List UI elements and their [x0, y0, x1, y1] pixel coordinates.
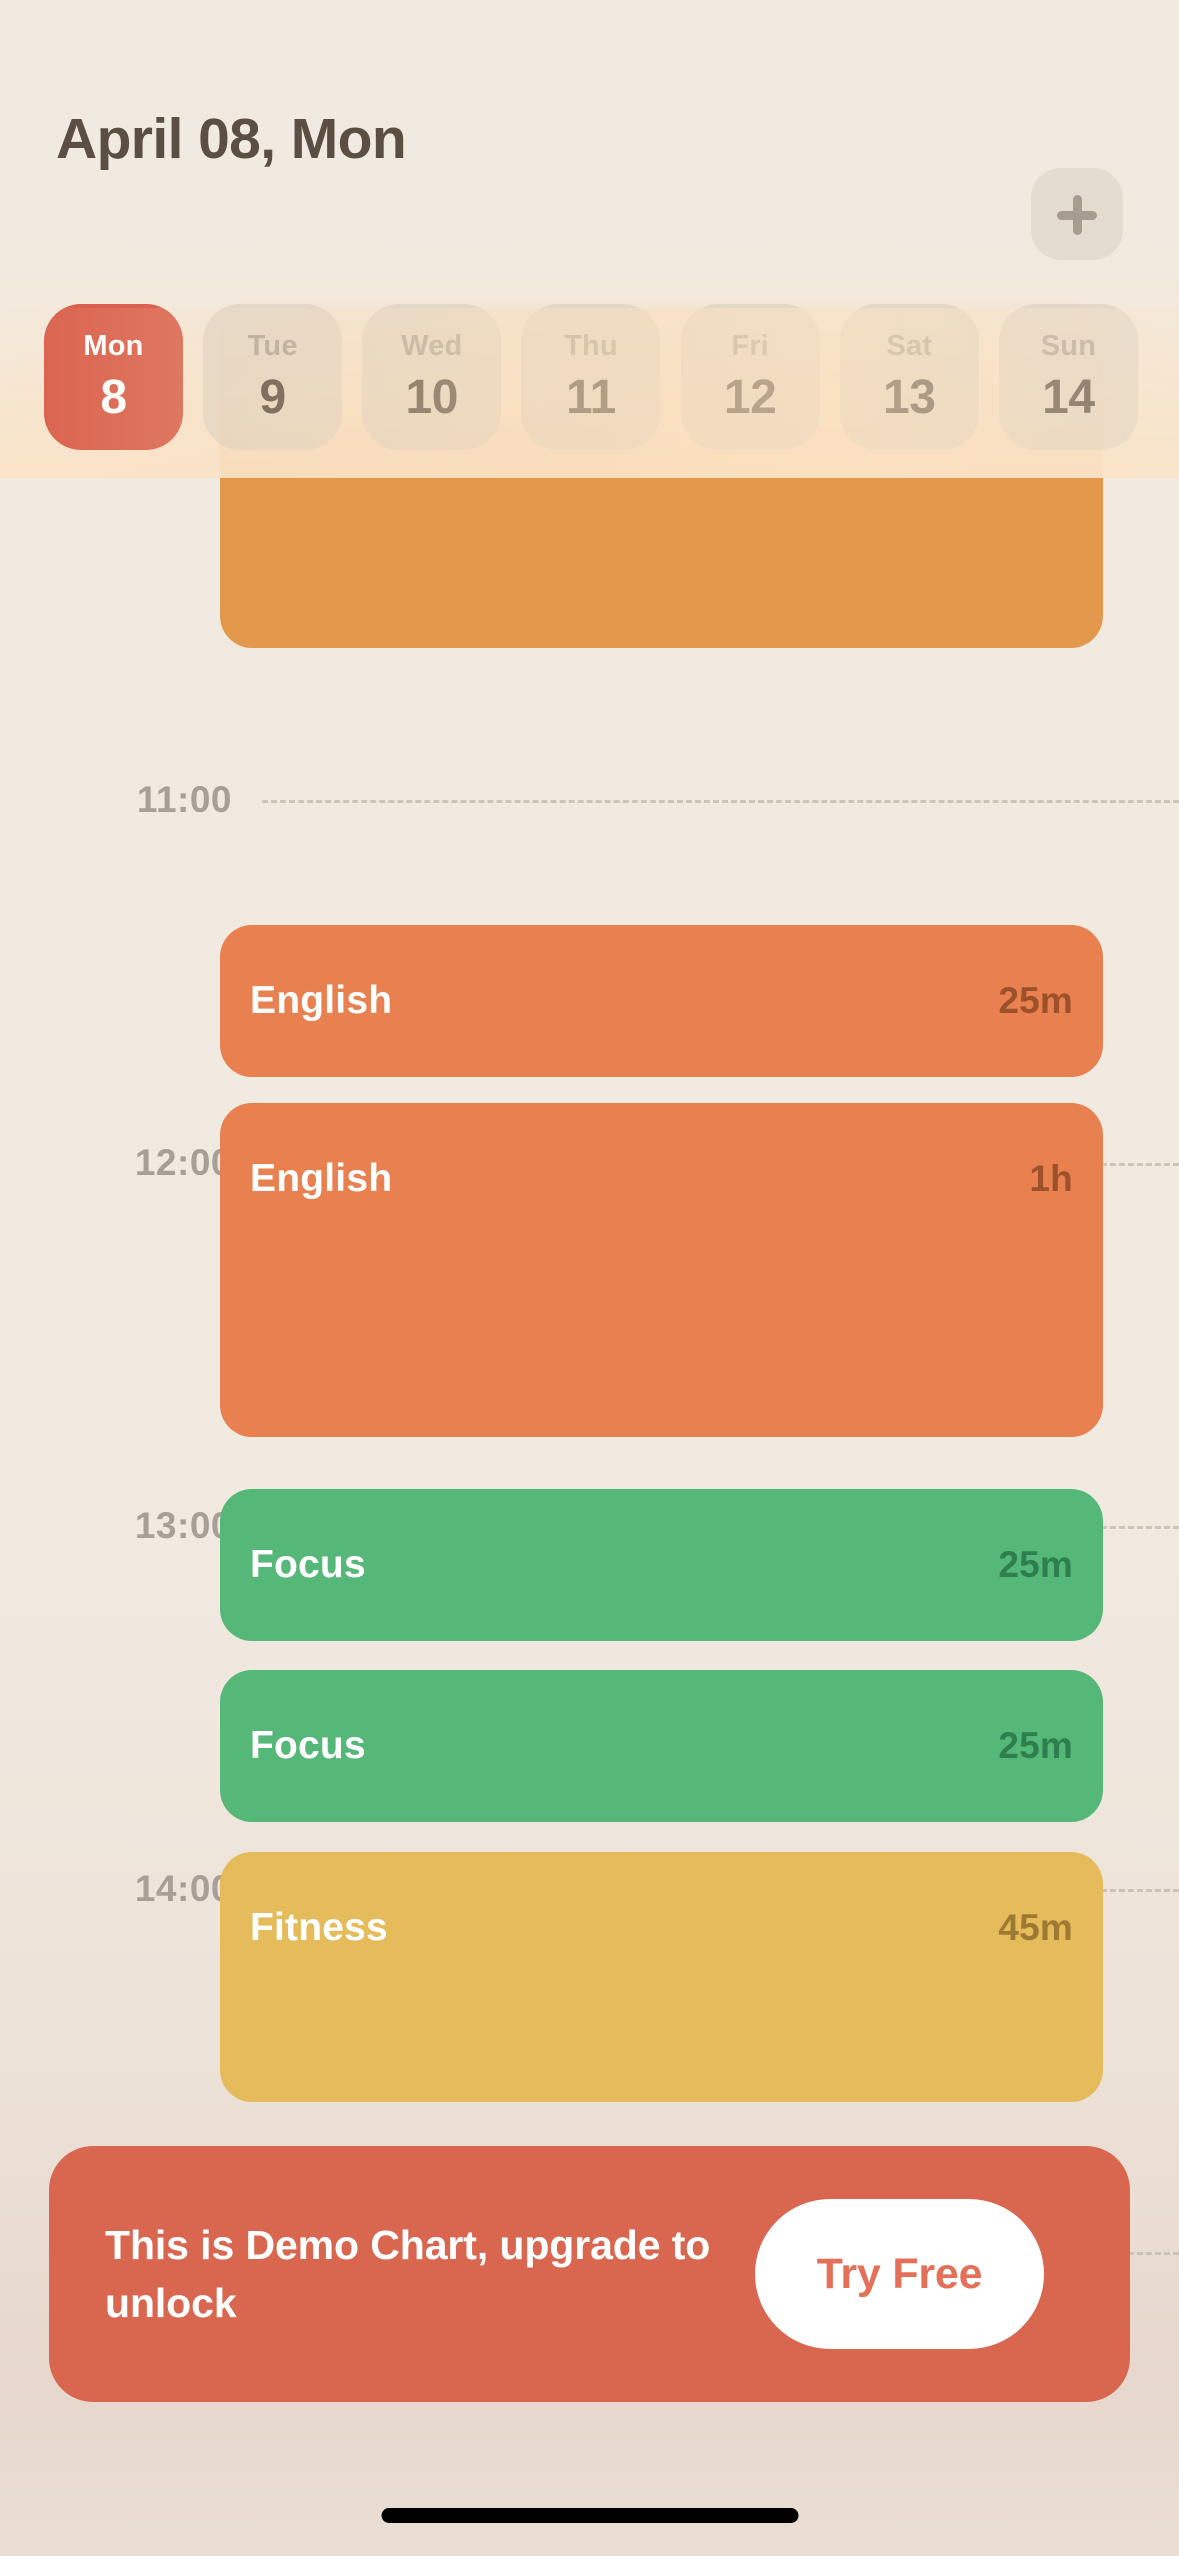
- day-pill-date: 14: [1042, 371, 1095, 424]
- event-block-english-2[interactable]: English 1h: [220, 1103, 1103, 1437]
- day-selector-strip[interactable]: Mon 8 Tue 9 Wed 10 Thu 11 Fri 12 Sat 13 …: [44, 304, 1138, 450]
- event-block-focus-1[interactable]: Focus 25m: [220, 1489, 1103, 1641]
- day-pill-sun[interactable]: Sun 14: [998, 304, 1138, 450]
- day-pill-weekday: Tue: [247, 330, 298, 362]
- demo-upgrade-banner[interactable]: This is Demo Chart, upgrade to unlock Tr…: [49, 2146, 1130, 2402]
- event-duration: 1h: [1029, 1158, 1073, 1199]
- day-pill-weekday: Mon: [83, 330, 144, 362]
- day-pill-mon[interactable]: Mon 8: [44, 304, 183, 450]
- event-title: English: [250, 979, 393, 1022]
- day-pill-weekday: Sat: [886, 330, 933, 362]
- day-pill-date: 10: [405, 371, 459, 424]
- hour-label-13: 13:00: [134, 1505, 232, 1546]
- day-pill-fri[interactable]: Fri 12: [680, 304, 820, 450]
- event-duration: 25m: [998, 1544, 1073, 1585]
- promo-message: This is Demo Chart, upgrade to unlock: [105, 2221, 711, 2326]
- event-title: Fitness: [250, 1906, 388, 1949]
- day-pill-weekday: Wed: [401, 330, 463, 362]
- event-title: Focus: [250, 1543, 366, 1586]
- event-block-focus-2[interactable]: Focus 25m: [220, 1670, 1103, 1822]
- event-title: English: [250, 1157, 393, 1200]
- event-duration: 45m: [998, 1907, 1073, 1948]
- hour-label-14: 14:00: [134, 1868, 232, 1909]
- event-block-english-1[interactable]: English 25m: [220, 925, 1103, 1077]
- day-pill-sat[interactable]: Sat 13: [839, 304, 979, 450]
- page-title: April 08, Mon: [56, 107, 407, 171]
- day-pill-date: 13: [882, 371, 936, 424]
- event-title: Focus: [250, 1724, 366, 1767]
- hour-label-12: 12:00: [134, 1142, 232, 1183]
- day-pill-weekday: Fri: [731, 330, 769, 362]
- add-event-button[interactable]: [1031, 168, 1123, 260]
- day-pill-date: 8: [100, 371, 127, 424]
- day-pill-date: 12: [723, 371, 777, 424]
- event-block-fitness[interactable]: Fitness 45m: [220, 1852, 1103, 2102]
- day-pill-date: 11: [565, 371, 616, 424]
- gridline-11: [262, 800, 1179, 803]
- day-pill-weekday: Sun: [1040, 330, 1097, 362]
- app-screen: 11:00 12:00 13:00 14:00 English 25m Engl…: [0, 0, 1179, 2556]
- event-duration: 25m: [998, 1725, 1073, 1766]
- day-pill-date: 9: [259, 371, 287, 424]
- day-pill-tue[interactable]: Tue 9: [203, 304, 343, 450]
- home-indicator: [381, 2508, 798, 2523]
- header-bar: April 08, Mon Mon 8 Tue 9 Wed 10 Thu 11 …: [0, 0, 1179, 478]
- day-pill-weekday: Thu: [564, 330, 618, 362]
- day-pill-thu[interactable]: Thu 11: [521, 304, 661, 450]
- event-duration: 25m: [998, 980, 1073, 1021]
- try-free-button[interactable]: Try Free: [755, 2199, 1044, 2349]
- day-pill-wed[interactable]: Wed 10: [362, 304, 502, 450]
- hour-label-11: 11:00: [136, 779, 232, 820]
